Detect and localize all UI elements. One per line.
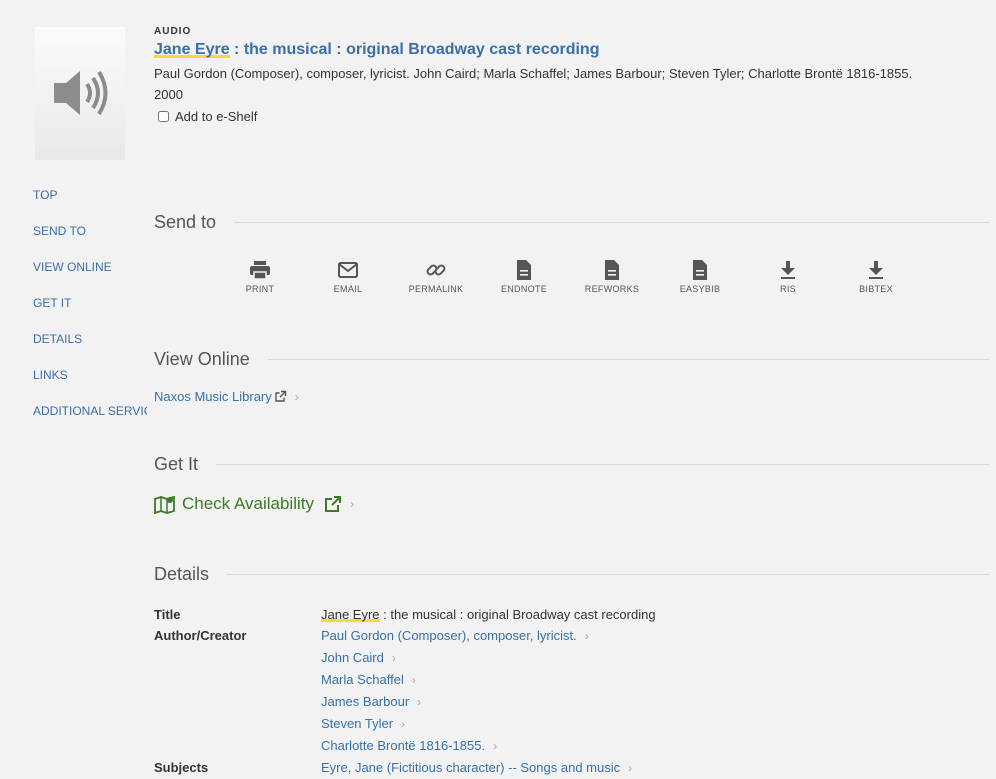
download-icon [781,261,795,279]
email-label: EMAIL [333,284,363,294]
author-values: Paul Gordon (Composer), composer, lyrici… [321,625,589,757]
subject-link[interactable]: Eyre, Jane (Fictitious character) -- Son… [321,757,632,779]
chevron-right-icon[interactable]: › [350,497,354,511]
get-it-heading: Get It [154,454,989,475]
detail-row-title: Title Jane Eyre : the musical : original… [154,604,656,625]
eshelf-label[interactable]: Add to e-Shelf [175,109,257,124]
nav-details[interactable]: DETAILS [33,332,147,368]
endnote-action[interactable]: ENDNOTE [480,260,568,294]
nav-view-online[interactable]: VIEW ONLINE [33,260,147,296]
author-link[interactable]: Charlotte Brontë 1816-1855. › [321,735,589,757]
details-table: Title Jane Eyre : the musical : original… [154,604,656,779]
divider [227,574,989,575]
permalink-action[interactable]: PERMALINK [392,260,480,294]
title-rest[interactable]: : the musical : original Broadway cast r… [230,41,599,58]
author-link[interactable]: James Barbour › [321,691,589,713]
record-header: AUDIO Jane Eyre : the musical : original… [154,26,944,124]
print-label: PRINT [245,284,275,294]
details-heading: Details [154,564,989,585]
author-link[interactable]: Marla Schaffel › [321,669,589,691]
author-link[interactable]: Steven Tyler › [321,713,589,735]
view-online-heading: View Online [154,349,989,370]
send-to-actions: PRINT EMAIL PERMALINK ENDNOTE REFWORKS E… [216,260,920,294]
endnote-label: ENDNOTE [500,284,548,294]
resource-type: AUDIO [154,26,192,37]
view-online-title: View Online [154,349,250,369]
document-icon [693,260,707,280]
get-it-item: Check Availability › [154,494,354,514]
email-action[interactable]: EMAIL [304,260,392,294]
download-icon [869,261,883,279]
bibtex-action[interactable]: BIBTEX [832,260,920,294]
title-label: Title [154,607,181,622]
title-value: Jane Eyre : the musical : original Broad… [321,604,656,625]
document-icon [605,260,619,280]
ris-label: RIS [780,284,796,294]
easybib-action[interactable]: EASYBIB [656,260,744,294]
view-online-item: Naxos Music Library › [154,389,299,404]
subjects-values: Eyre, Jane (Fictitious character) -- Son… [321,757,632,779]
eshelf-control: Add to e-Shelf [154,109,944,124]
ris-action[interactable]: RIS [744,260,832,294]
author-label: Author/Creator [154,628,247,643]
external-link-icon[interactable] [324,495,342,513]
divider [267,359,989,360]
send-to-heading: Send to [154,212,989,233]
detail-row-author: Author/Creator Paul Gordon (Composer), c… [154,625,656,757]
title-value-rest: : the musical : original Broadway cast r… [379,607,656,622]
get-it-title: Get It [154,454,199,474]
speaker-icon [54,70,108,116]
check-availability-link[interactable]: Check Availability [182,494,314,514]
section-nav: TOP SEND TO VIEW ONLINE GET IT DETAILS L… [33,188,147,440]
document-icon [517,260,531,280]
eshelf-checkbox[interactable] [158,111,169,122]
refworks-action[interactable]: REFWORKS [568,260,656,294]
nav-additional-services[interactable]: ADDITIONAL SERVICES [33,404,147,440]
external-link-icon[interactable] [274,390,287,403]
naxos-link[interactable]: Naxos Music Library [154,389,272,404]
nav-get-it[interactable]: GET IT [33,296,147,332]
chevron-right-icon[interactable]: › [295,390,299,404]
easybib-label: EASYBIB [679,284,721,294]
subjects-label: Subjects [154,760,209,775]
nav-send-to[interactable]: SEND TO [33,224,147,260]
divider [234,222,989,223]
nav-links[interactable]: LINKS [33,368,147,404]
author-link[interactable]: Paul Gordon (Composer), composer, lyrici… [321,625,589,647]
print-action[interactable]: PRINT [216,260,304,294]
record-creators: Paul Gordon (Composer), composer, lyrici… [154,66,913,102]
record-title[interactable]: Jane Eyre : the musical : original Broad… [154,41,944,59]
author-link[interactable]: John Caird › [321,647,589,669]
link-icon [426,264,446,276]
detail-row-subjects: Subjects Eyre, Jane (Fictitious characte… [154,757,656,779]
nav-top[interactable]: TOP [33,188,147,224]
map-location-icon [154,495,175,514]
email-icon [338,262,358,278]
send-to-title: Send to [154,212,217,232]
title-highlight[interactable]: Jane Eyre [154,41,230,58]
details-title: Details [154,564,210,584]
audio-thumbnail[interactable] [35,27,125,160]
permalink-label: PERMALINK [408,284,464,294]
bibtex-label: BIBTEX [859,284,893,294]
print-icon [250,261,270,280]
divider [216,464,989,465]
refworks-label: REFWORKS [584,284,640,294]
title-value-highlight: Jane Eyre [321,607,380,622]
